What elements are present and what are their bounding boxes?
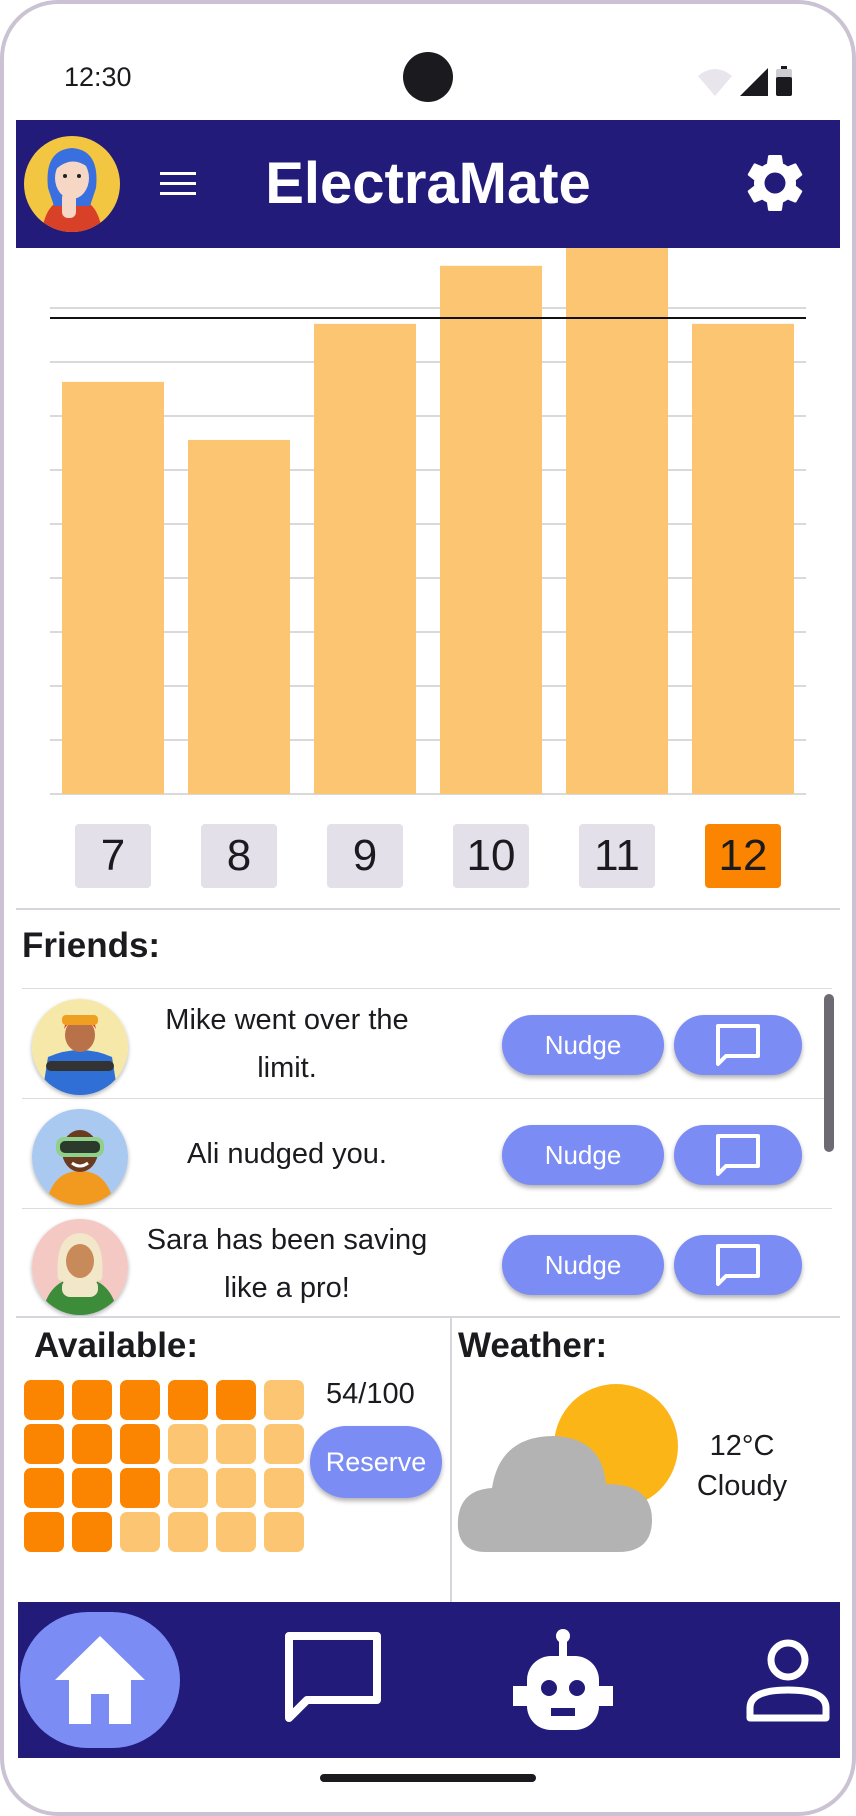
- availability-slot: [72, 1424, 112, 1464]
- chart-day-label[interactable]: 8: [201, 824, 277, 888]
- friend-row-sara: Sara has been saving like a pro! Nudge: [22, 1208, 832, 1318]
- bot-icon: [513, 1629, 613, 1730]
- camera-cutout: [403, 52, 453, 102]
- nudge-button[interactable]: Nudge: [502, 1015, 664, 1075]
- settings-gear-icon[interactable]: [740, 148, 810, 218]
- app-title: ElectraMate: [265, 151, 591, 216]
- section-divider: [16, 1316, 840, 1318]
- availability-slot: [24, 1380, 64, 1420]
- availability-slot: [120, 1512, 160, 1552]
- battery-icon: [776, 66, 792, 96]
- reserve-button[interactable]: Reserve: [310, 1426, 442, 1498]
- weather-readout: 12°C Cloudy: [692, 1426, 792, 1506]
- nudge-button[interactable]: Nudge: [502, 1235, 664, 1295]
- availability-slot: [168, 1512, 208, 1552]
- availability-slot: [24, 1424, 64, 1464]
- weather-condition: Cloudy: [696, 1470, 788, 1502]
- availability-slot: [72, 1512, 112, 1552]
- chart-bar[interactable]: [188, 439, 290, 794]
- available-title: Available:: [34, 1326, 199, 1365]
- chat-bubble-icon: [716, 1024, 760, 1066]
- chart-day-labels: 7 8 9 10 11 12: [16, 824, 840, 888]
- weather-title: Weather:: [458, 1326, 608, 1365]
- message-button[interactable]: [674, 1015, 802, 1075]
- availability-slot: [168, 1380, 208, 1420]
- status-icons: [698, 66, 792, 96]
- chart-day-label[interactable]: 12: [705, 824, 781, 888]
- chat-bubble-icon: [716, 1244, 760, 1286]
- availability-slot: [264, 1512, 304, 1552]
- bottom-navigation: [18, 1602, 840, 1758]
- availability-slot: [120, 1424, 160, 1464]
- availability-slot: [168, 1468, 208, 1508]
- usage-bar-chart: [16, 248, 840, 908]
- signal-icon: [740, 68, 768, 96]
- app-header: ElectraMate: [16, 120, 840, 248]
- friends-list: Mike went over the limit. Nudge Ali nudg…: [22, 988, 840, 1318]
- available-count: 54/100: [326, 1378, 415, 1410]
- friend-message: Mike went over the limit.: [165, 1004, 409, 1084]
- friend-avatar[interactable]: [32, 999, 128, 1095]
- nav-chat[interactable]: [268, 1612, 398, 1748]
- nav-home[interactable]: [20, 1612, 180, 1748]
- nav-bot[interactable]: [498, 1612, 628, 1748]
- chart-day-label[interactable]: 9: [327, 824, 403, 888]
- chart-bar[interactable]: [692, 323, 794, 794]
- chat-icon: [285, 1632, 381, 1722]
- chart-day-label[interactable]: 7: [75, 824, 151, 888]
- friend-avatar[interactable]: [32, 1109, 128, 1205]
- chart-bar[interactable]: [566, 248, 668, 794]
- availability-slot: [216, 1512, 256, 1552]
- section-divider: [16, 908, 840, 910]
- friends-title: Friends:: [22, 926, 161, 965]
- availability-slot: [120, 1468, 160, 1508]
- availability-slot: [72, 1380, 112, 1420]
- availability-slot: [264, 1468, 304, 1508]
- friend-avatar[interactable]: [32, 1219, 128, 1315]
- availability-slot: [24, 1468, 64, 1508]
- availability-slot: [264, 1424, 304, 1464]
- weather-temperature: 12°C: [709, 1430, 775, 1462]
- availability-slot: [24, 1512, 64, 1552]
- chart-canvas: [50, 248, 806, 795]
- status-time: 12:30: [64, 62, 132, 92]
- chart-day-label[interactable]: 10: [453, 824, 529, 888]
- chart-day-label[interactable]: 11: [579, 824, 655, 888]
- chart-bar[interactable]: [440, 265, 542, 795]
- friends-scrollbar[interactable]: [824, 994, 834, 1152]
- vertical-divider: [450, 1318, 452, 1602]
- availability-slot: [216, 1424, 256, 1464]
- availability-slot: [264, 1380, 304, 1420]
- availability-slot: [216, 1380, 256, 1420]
- chart-bar[interactable]: [62, 381, 164, 794]
- availability-slot: [72, 1468, 112, 1508]
- home-icon: [55, 1636, 145, 1724]
- availability-slot: [216, 1468, 256, 1508]
- message-button[interactable]: [674, 1125, 802, 1185]
- wifi-icon: [698, 69, 732, 96]
- cloudy-weather-icon: [457, 1384, 678, 1552]
- profile-icon: [746, 1639, 830, 1722]
- home-indicator[interactable]: [320, 1774, 536, 1782]
- nudge-button[interactable]: Nudge: [502, 1125, 664, 1185]
- availability-slot: [120, 1380, 160, 1420]
- chat-bubble-icon: [716, 1134, 760, 1176]
- availability-slot: [168, 1424, 208, 1464]
- friend-row-ali: Ali nudged you. Nudge: [22, 1098, 832, 1209]
- friend-row-mike: Mike went over the limit. Nudge: [22, 988, 832, 1099]
- friend-message: Ali nudged you.: [187, 1138, 387, 1170]
- chart-bar[interactable]: [314, 323, 416, 794]
- message-button[interactable]: [674, 1235, 802, 1295]
- friend-message: Sara has been saving like a pro!: [146, 1224, 428, 1304]
- nav-profile[interactable]: [738, 1612, 838, 1748]
